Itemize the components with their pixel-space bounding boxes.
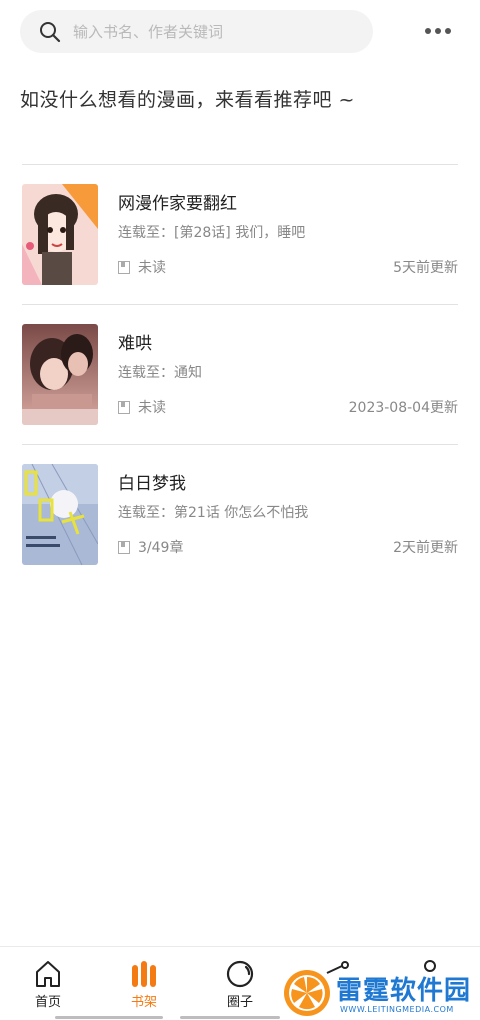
read-status: 3/49章 (118, 537, 183, 557)
more-options-button[interactable] (425, 22, 459, 40)
nav-home[interactable]: 首页 (18, 959, 78, 1010)
book-row[interactable]: 白日梦我 连载至：第21话 你怎么不怕我 3/49章 2天前更新 (22, 464, 458, 568)
dot-icon (445, 28, 451, 34)
update-time: 5天前更新 (393, 260, 458, 276)
read-status-label: 未读 (138, 260, 166, 276)
nav-label: 书架 (130, 995, 157, 1010)
book-update-info: 连载至：通知 (118, 365, 202, 381)
search-icon (40, 21, 61, 42)
book-row[interactable]: 难哄 连载至：通知 未读 2023-08-04更新 (22, 324, 458, 428)
dot-icon (435, 28, 441, 34)
orange-logo-icon (284, 970, 330, 1016)
book-title: 白日梦我 (118, 474, 186, 494)
dot-icon (425, 28, 431, 34)
read-status: 未读 (118, 397, 166, 417)
watermark: 雷霆软件园 WWW.LEITINGMEDIA.COM (282, 966, 480, 1020)
bookmark-icon (118, 260, 130, 274)
bookmark-icon (118, 540, 130, 554)
read-progress-label: 3/49章 (138, 540, 184, 556)
book-update-info: 连载至：[第28话] 我们，睡吧 (118, 225, 306, 241)
divider (22, 164, 458, 165)
book-cover[interactable] (22, 324, 98, 425)
circle-icon (226, 960, 254, 988)
nav-label: 圈子 (226, 995, 253, 1010)
book-title: 难哄 (118, 334, 152, 354)
book-row[interactable]: 网漫作家要翻红 连载至：[第28话] 我们，睡吧 未读 5天前更新 (22, 184, 458, 288)
bookmark-icon (118, 400, 130, 414)
divider (22, 304, 458, 305)
nav-bookshelf[interactable]: 书架 (114, 959, 174, 1010)
update-time: 2023-08-04更新 (348, 400, 458, 416)
book-cover[interactable] (22, 184, 98, 285)
search-bar[interactable]: 输入书名、作者关键词 (20, 10, 373, 53)
book-update-info: 连载至：第21话 你怎么不怕我 (118, 505, 309, 521)
book-title: 网漫作家要翻红 (118, 194, 237, 214)
read-status-label: 未读 (138, 400, 166, 416)
read-status: 未读 (118, 257, 166, 277)
nav-label: 首页 (34, 995, 61, 1010)
home-icon (36, 961, 60, 987)
nav-underline (180, 1016, 280, 1019)
update-time: 2天前更新 (393, 540, 458, 556)
nav-circle[interactable]: 圈子 (210, 959, 270, 1010)
book-cover[interactable] (22, 464, 98, 565)
watermark-subtitle: WWW.LEITINGMEDIA.COM (340, 1005, 454, 1014)
watermark-title: 雷霆软件园 (336, 976, 472, 1006)
bookshelf-icon (132, 961, 156, 987)
nav-underline (55, 1016, 163, 1019)
divider (22, 444, 458, 445)
recommend-prompt[interactable]: 如没什么想看的漫画，来看看推荐吧 ~ (20, 85, 355, 112)
search-input[interactable]: 输入书名、作者关键词 (73, 21, 223, 42)
